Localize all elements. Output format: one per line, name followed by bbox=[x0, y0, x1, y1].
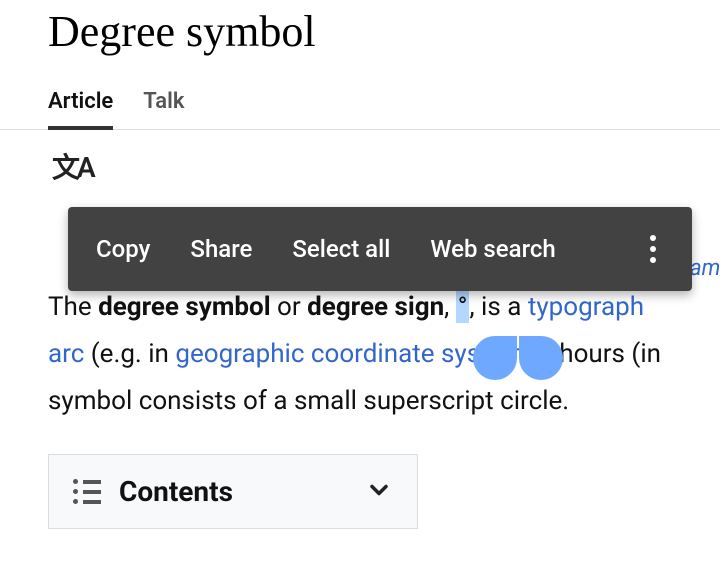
text: , is a bbox=[469, 292, 527, 322]
link-arc[interactable]: arc bbox=[48, 339, 84, 369]
menu-select-all[interactable]: Select all bbox=[292, 235, 390, 263]
tab-bar: Article Talk bbox=[0, 57, 720, 130]
contents-label: Contents bbox=[119, 475, 233, 508]
selection-handle-right[interactable] bbox=[519, 336, 563, 380]
chevron-down-icon bbox=[365, 476, 393, 508]
term-degree-symbol: degree symbol bbox=[98, 292, 271, 322]
text: , bbox=[444, 292, 456, 322]
text: or bbox=[271, 292, 308, 322]
menu-copy[interactable]: Copy bbox=[96, 235, 150, 263]
text: The bbox=[48, 292, 98, 322]
language-icon[interactable]: 文A bbox=[52, 151, 93, 184]
text-selection-context-menu: Copy Share Select all Web search bbox=[68, 207, 692, 291]
language-row: 文A bbox=[0, 130, 720, 186]
tab-talk[interactable]: Talk bbox=[143, 89, 184, 129]
list-icon bbox=[73, 479, 101, 504]
text: (e.g. in bbox=[84, 339, 175, 369]
menu-web-search[interactable]: Web search bbox=[430, 235, 555, 263]
term-degree-sign: degree sign bbox=[307, 292, 444, 322]
more-options-icon[interactable] bbox=[642, 227, 664, 271]
tab-article[interactable]: Article bbox=[48, 89, 113, 130]
selection-handle-left[interactable] bbox=[473, 336, 517, 380]
page-title: Degree symbol bbox=[0, 0, 720, 57]
link-typograph[interactable]: typograph bbox=[528, 292, 644, 322]
menu-share[interactable]: Share bbox=[190, 235, 252, 263]
text: symbol consists of a small superscript c… bbox=[48, 386, 569, 416]
contents-toggle[interactable]: Contents bbox=[48, 454, 418, 529]
selected-text[interactable]: ° bbox=[456, 291, 470, 323]
